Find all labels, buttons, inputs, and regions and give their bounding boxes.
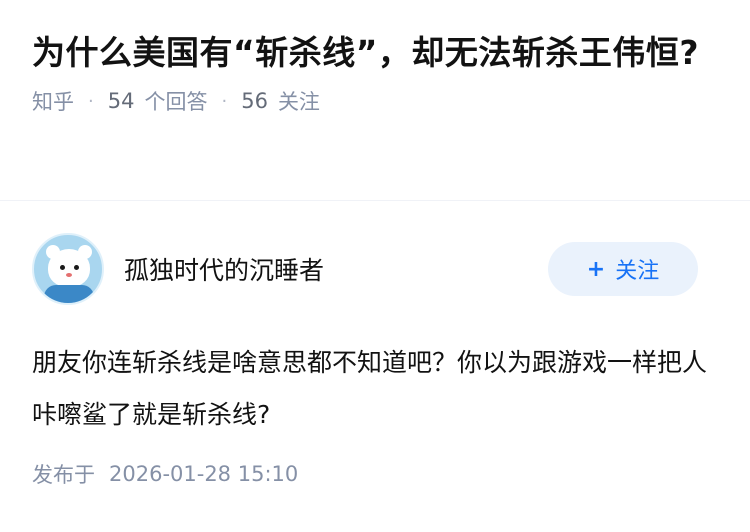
- author-row: 孤独时代的沉睡者 + 关注: [32, 201, 718, 337]
- follow-button[interactable]: + 关注: [548, 242, 698, 296]
- question-header: 为什么美国有“斩杀线”，却无法斩杀王伟恒? 知乎 · 54 个回答 · 56 关…: [0, 0, 750, 200]
- source-label[interactable]: 知乎: [32, 86, 74, 116]
- publish-info: 发布于 2026-01-28 15:10: [32, 459, 718, 489]
- answer-count[interactable]: 54: [108, 89, 135, 113]
- avatar-eye-left: [60, 265, 65, 270]
- follow-count[interactable]: 56: [241, 89, 268, 113]
- follow-count-unit[interactable]: 关注: [278, 86, 320, 116]
- question-meta: 知乎 · 54 个回答 · 56 关注: [32, 86, 718, 116]
- avatar[interactable]: [32, 233, 104, 305]
- avatar-suit: [44, 285, 94, 303]
- avatar-eye-right: [74, 265, 79, 270]
- question-title[interactable]: 为什么美国有“斩杀线”，却无法斩杀王伟恒?: [32, 28, 718, 78]
- publish-time: 2026-01-28 15:10: [109, 462, 299, 486]
- answer-count-unit[interactable]: 个回答: [144, 86, 207, 116]
- avatar-nose: [66, 273, 72, 277]
- publish-label: 发布于: [32, 463, 95, 487]
- answer-page: 为什么美国有“斩杀线”，却无法斩杀王伟恒? 知乎 · 54 个回答 · 56 关…: [0, 0, 750, 532]
- avatar-face: [48, 249, 90, 287]
- meta-separator: ·: [88, 90, 94, 112]
- answer-card: 孤独时代的沉睡者 + 关注 朋友你连斩杀线是啥意思都不知道吧？你以为跟游戏一样把…: [0, 201, 750, 489]
- plus-icon: +: [586, 256, 606, 282]
- meta-separator: ·: [221, 90, 228, 112]
- follow-button-label: 关注: [615, 259, 660, 284]
- author-name[interactable]: 孤独时代的沉睡者: [124, 251, 324, 287]
- answer-content[interactable]: 朋友你连斩杀线是啥意思都不知道吧？你以为跟游戏一样把人咔嚓鲨了就是斩杀线?: [32, 337, 718, 441]
